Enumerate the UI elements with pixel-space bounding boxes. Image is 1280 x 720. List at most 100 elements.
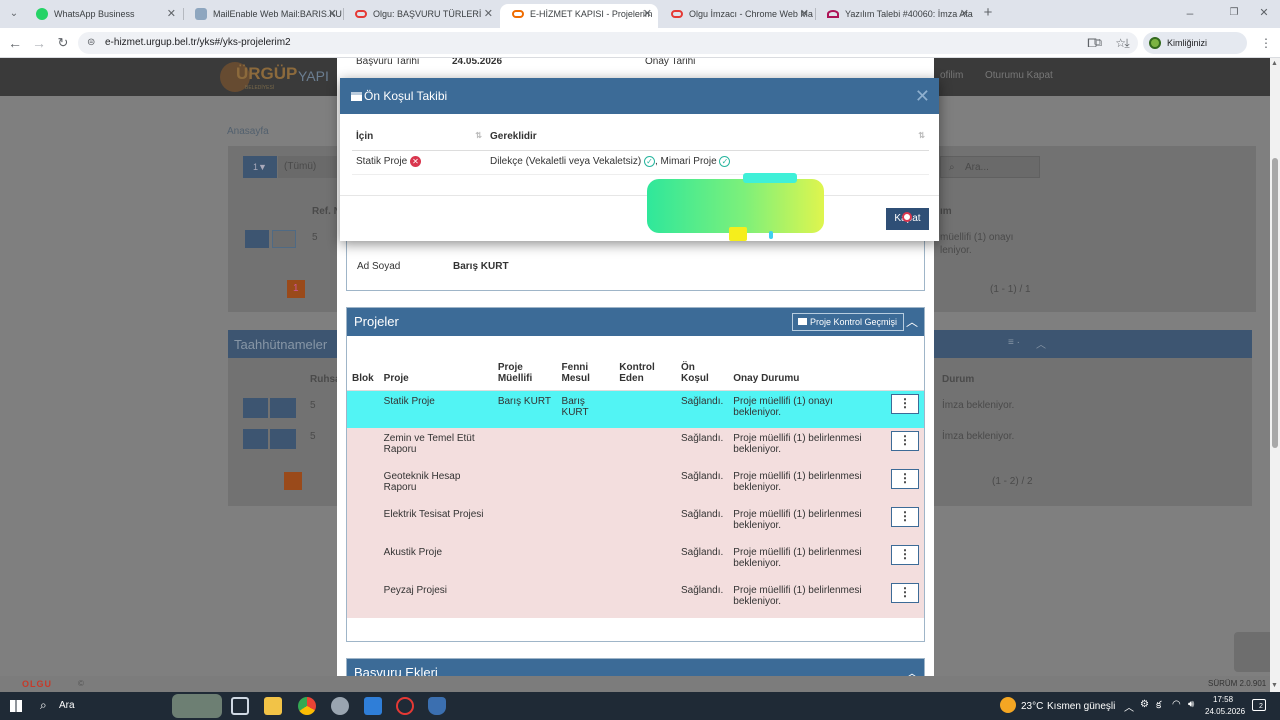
table-row[interactable]: Geoteknik Hesap Raporu Sağlandı. Proje müe… bbox=[347, 466, 924, 504]
row-menu-button[interactable]: ⋮ bbox=[891, 507, 919, 527]
table-header-row: İçin ⇅ Gereklidir ⇅ bbox=[352, 124, 929, 151]
background-search-input[interactable]: ⌕ Ara... bbox=[940, 156, 1040, 178]
window-close-icon[interactable]: ✕ bbox=[1254, 3, 1274, 23]
task-view-icon[interactable] bbox=[231, 697, 249, 715]
column-header-gereklidir[interactable]: Gereklidir ⇅ bbox=[486, 124, 929, 151]
column-header-kontrol-eden[interactable]: Kontrol Eden bbox=[614, 354, 677, 391]
current-page-button[interactable] bbox=[284, 472, 302, 490]
browser-tab-olgu[interactable]: Olgu: BAŞVURU TÜRLERİ ✕ bbox=[343, 4, 499, 28]
column-header-icin[interactable]: İçin ⇅ bbox=[352, 124, 486, 151]
chevron-up-icon[interactable]: ︿ bbox=[1036, 336, 1046, 351]
page-scrollbar[interactable]: ▲ ▼ bbox=[1270, 58, 1280, 692]
list-menu-icon[interactable]: ≡ · bbox=[1008, 337, 1020, 348]
restore-icon[interactable]: ❐ bbox=[1224, 3, 1244, 23]
chrome-icon[interactable] bbox=[298, 697, 316, 715]
browser-tab-ehizmet[interactable]: E-HİZMET KAPISI - Projelerim ✕ bbox=[500, 4, 658, 28]
forward-icon[interactable]: → bbox=[29, 33, 49, 53]
wifi-icon[interactable]: ◠ bbox=[1172, 699, 1181, 710]
close-icon[interactable]: ✕ bbox=[800, 4, 809, 24]
table-row[interactable]: Akustik Proje Sağlandı. Proje müellifi (1)… bbox=[347, 542, 924, 580]
scrollbar-thumb[interactable] bbox=[1272, 158, 1278, 448]
browser-tab-olgu-imzaci[interactable]: Olgu İmzacı - Chrome Web Ma ✕ bbox=[659, 4, 815, 28]
extensions-icon[interactable]: ⧠ bbox=[1084, 35, 1100, 51]
close-icon[interactable]: ✕ bbox=[915, 78, 930, 114]
column-header-on-kosul[interactable]: Ön Koşul bbox=[676, 354, 729, 391]
browser-tab-yazilim-talebi[interactable]: Yazılım Talebi #40060: İmza Ata ✕ bbox=[815, 4, 975, 28]
monitor-icon[interactable] bbox=[270, 398, 296, 418]
taskbar-search[interactable]: ⌕ Ara bbox=[34, 694, 168, 718]
tab-search-chevron-icon[interactable]: ⌄ bbox=[4, 4, 24, 24]
logout-link[interactable]: Oturumu Kapat bbox=[985, 70, 1053, 81]
row-menu-button[interactable]: ⋮ bbox=[891, 469, 919, 489]
column-header-proje[interactable]: Proje bbox=[378, 354, 493, 391]
row-menu-button[interactable]: ⋮ bbox=[891, 545, 919, 565]
volume-icon[interactable]: 🔊︎ bbox=[1188, 699, 1194, 710]
new-tab-icon[interactable]: + bbox=[978, 3, 998, 23]
row-menu-button[interactable]: ⋮ bbox=[891, 393, 919, 414]
edit-icon[interactable] bbox=[243, 429, 268, 449]
current-page-button[interactable]: 1 bbox=[287, 280, 305, 298]
filter-icon[interactable]: 1▼ bbox=[243, 156, 277, 178]
breadcrumb[interactable]: Anasayfa bbox=[227, 126, 269, 137]
monitor-icon[interactable] bbox=[270, 429, 296, 449]
url-text: e-hizmet.urgup.bel.tr/yks#/yks-projeleri… bbox=[105, 37, 291, 48]
column-header-blok[interactable]: Blok bbox=[347, 354, 379, 391]
search-highlight-image[interactable] bbox=[172, 694, 222, 718]
close-icon[interactable]: ✕ bbox=[643, 4, 652, 24]
windows-start-icon[interactable] bbox=[10, 700, 22, 712]
not-satisfied-icon: ✕ bbox=[409, 156, 421, 168]
clock-date[interactable]: 24.05.2026 bbox=[1205, 707, 1245, 716]
row-menu-button[interactable]: ⋮ bbox=[891, 583, 919, 603]
tab-title: MailEnable Web Mail:BARIS.KU bbox=[213, 9, 342, 19]
app-icon[interactable] bbox=[331, 697, 349, 715]
browser-tab-whatsapp[interactable]: WhatsApp Business ✕ bbox=[24, 4, 182, 28]
notification-count: 2 bbox=[1259, 703, 1263, 710]
security-shield-icon[interactable] bbox=[428, 697, 446, 715]
notification-icon[interactable]: 2 bbox=[1252, 699, 1266, 711]
browser-tab-mailenable[interactable]: MailEnable Web Mail:BARIS.KU ✕ bbox=[183, 4, 343, 28]
column-header-onay-durumu[interactable]: Onay Durumu bbox=[728, 354, 882, 391]
file-explorer-icon[interactable] bbox=[264, 697, 282, 715]
chevron-up-icon[interactable]: ︿ bbox=[906, 308, 918, 336]
weather-icon[interactable] bbox=[1000, 697, 1016, 713]
scroll-down-icon[interactable]: ▼ bbox=[1271, 682, 1278, 689]
table-row[interactable]: Peyzaj Projesi Sağlandı. Proje müellifi (1… bbox=[347, 580, 924, 618]
app-icon[interactable] bbox=[364, 697, 382, 715]
column-header-fenni-mesul[interactable]: Fenni Mesul bbox=[556, 354, 615, 391]
app-icon[interactable] bbox=[396, 697, 414, 715]
close-icon[interactable]: ✕ bbox=[484, 4, 493, 24]
nav-profile-link[interactable]: ofilim bbox=[940, 70, 963, 81]
proje-kontrol-gecmisi-button[interactable]: Proje Kontrol Geçmişi bbox=[791, 313, 904, 331]
close-icon[interactable]: ✕ bbox=[167, 4, 176, 24]
minimize-icon[interactable]: – bbox=[1180, 3, 1200, 23]
table-row[interactable]: Statik Proje Barış KURT Barış KURT Sağlandı… bbox=[347, 390, 924, 428]
windows-taskbar: ⌕ Ara 23°C Kısmen güneşli ︿ ⚙ క ◠ 🔊︎ 17:… bbox=[0, 692, 1280, 720]
table-header-row: Blok Proje Proje Müellifi Fenni Mesul Ko… bbox=[347, 354, 924, 391]
blok-cell bbox=[347, 428, 379, 466]
pagination-info: (1 - 2) / 2 bbox=[992, 476, 1033, 487]
close-icon[interactable]: ✕ bbox=[328, 4, 337, 24]
edit-icon[interactable] bbox=[243, 398, 268, 418]
address-bar[interactable]: ⊜ e-hizmet.urgup.bel.tr/yks#/yks-projele… bbox=[78, 32, 1138, 54]
tray-app-icon[interactable]: ⚙ bbox=[1140, 699, 1149, 710]
row-menu-button[interactable]: ⋮ bbox=[891, 431, 919, 451]
row-action-icon[interactable] bbox=[245, 230, 269, 248]
site-info-icon[interactable]: ⊜ bbox=[87, 32, 95, 54]
column-header-proje-muellifi[interactable]: Proje Müellifi bbox=[492, 354, 557, 391]
filter-select[interactable]: (Tümü) bbox=[278, 156, 338, 178]
download-icon[interactable]: ⤓ bbox=[1119, 35, 1135, 51]
close-icon[interactable]: ✕ bbox=[960, 4, 969, 24]
scroll-up-icon[interactable]: ▲ bbox=[1271, 60, 1278, 67]
back-icon[interactable]: ← bbox=[5, 33, 25, 53]
actions-cell: ⋮ bbox=[882, 580, 924, 618]
clock-time[interactable]: 17:58 bbox=[1213, 695, 1233, 704]
tab-title: WhatsApp Business bbox=[54, 9, 135, 19]
language-icon[interactable]: క bbox=[1156, 699, 1161, 713]
table-row[interactable]: Zemin ve Temel Etüt Raporu Sağlandı. Proje… bbox=[347, 428, 924, 466]
browser-menu-icon[interactable]: ⋮ bbox=[1258, 35, 1274, 51]
profile-verify-button[interactable]: Kimliğinizi doğrulayın bbox=[1143, 32, 1247, 70]
row-action-icon[interactable] bbox=[272, 230, 296, 248]
table-row[interactable]: Elektrik Tesisat Projesi Sağlandı. Proje m… bbox=[347, 504, 924, 542]
reload-icon[interactable]: ↻ bbox=[53, 33, 73, 53]
tray-chevron-icon[interactable]: ︿ bbox=[1124, 699, 1134, 714]
